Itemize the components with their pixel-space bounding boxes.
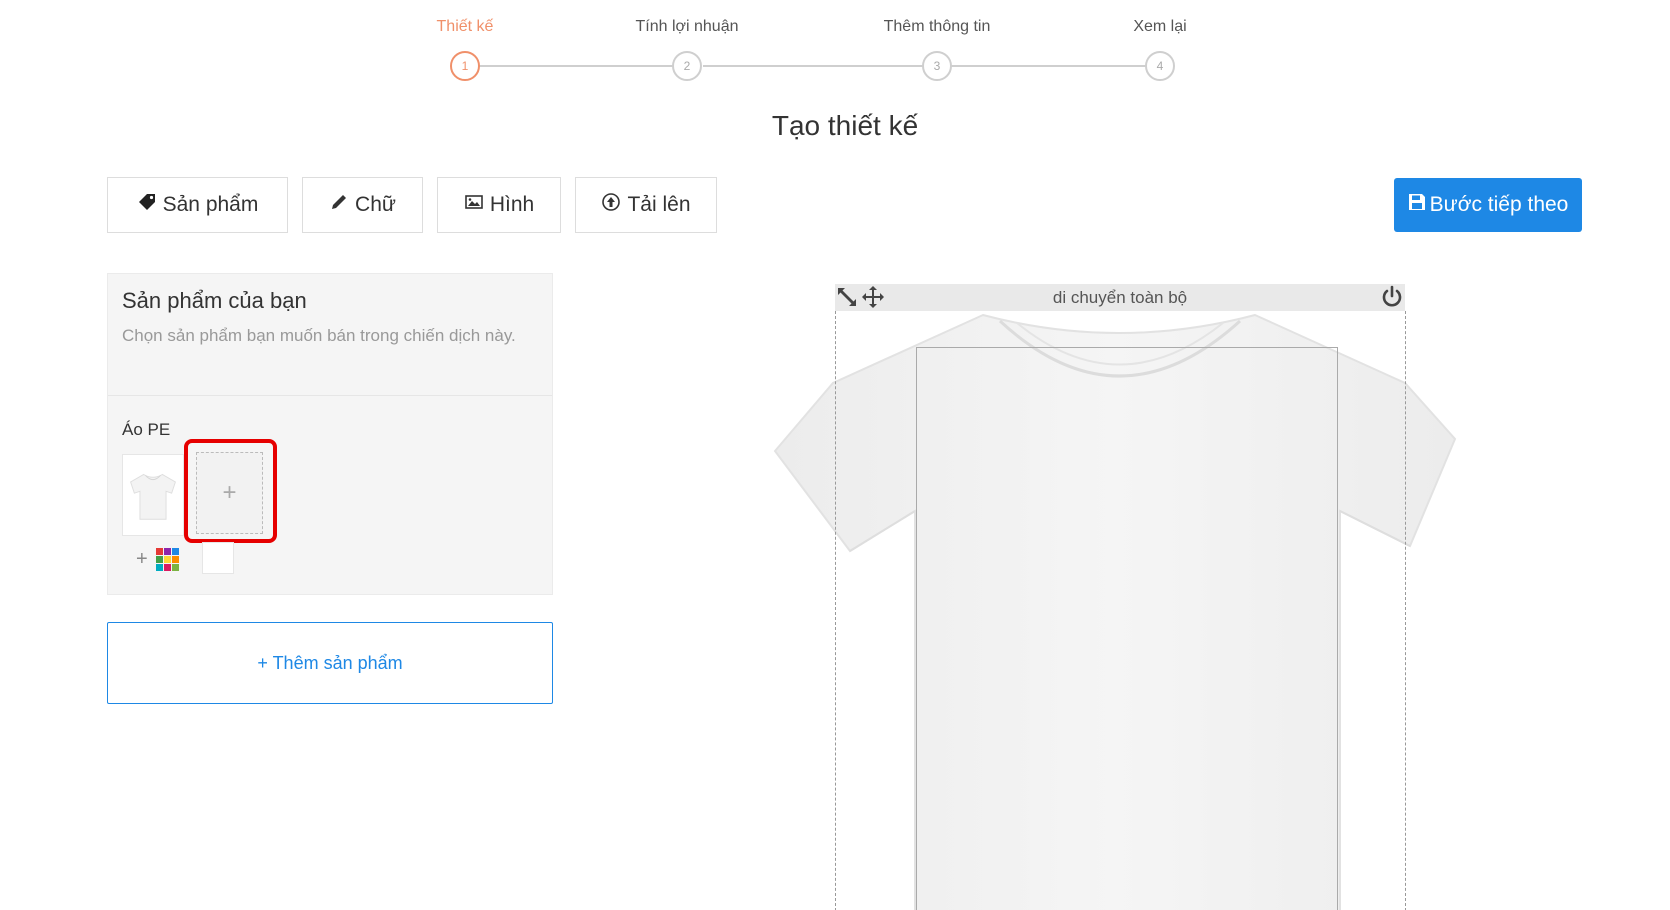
design-canvas[interactable]: di chuyển toàn bộ bbox=[765, 284, 1473, 910]
power-icon[interactable] bbox=[1380, 285, 1404, 309]
palette-icon[interactable] bbox=[155, 548, 179, 571]
step-label: Xem lại bbox=[1133, 18, 1187, 35]
add-design-slot[interactable]: + bbox=[196, 452, 263, 534]
text-tool-button[interactable]: Chữ bbox=[302, 177, 423, 233]
next-step-button[interactable]: Bước tiếp theo bbox=[1394, 178, 1582, 232]
product-thumbnail[interactable] bbox=[122, 454, 184, 536]
step-number: 2 bbox=[672, 51, 702, 81]
page-title: Tạo thiết kế bbox=[771, 110, 919, 141]
color-picker-row: + bbox=[136, 548, 179, 571]
product-tool-button[interactable]: Sản phẩm bbox=[107, 177, 288, 233]
progress-stepper: Thiết kế 1 Tính lợi nhuận 2 Thêm thông t… bbox=[0, 0, 1670, 90]
step-design[interactable]: Thiết kế 1 bbox=[365, 16, 565, 81]
panel-subtitle: Chọn sản phẩm bạn muốn bán trong chiến d… bbox=[122, 326, 516, 345]
product-list: Áo PE + + bbox=[108, 396, 552, 574]
upload-tool-button[interactable]: Tải lên bbox=[575, 177, 717, 233]
move-all-bar[interactable]: di chuyển toàn bộ bbox=[835, 284, 1405, 311]
pencil-icon bbox=[329, 192, 349, 218]
product-panel: Sản phẩm của bạn Chọn sản phẩm bạn muốn … bbox=[107, 273, 553, 595]
resize-icon[interactable] bbox=[835, 285, 859, 309]
next-step-label: Bước tiếp theo bbox=[1429, 193, 1569, 216]
product-name: Áo PE bbox=[122, 420, 171, 439]
image-tool-label: Hình bbox=[489, 193, 535, 216]
image-tool-button[interactable]: Hình bbox=[437, 177, 561, 233]
panel-header: Sản phẩm của bạn Chọn sản phẩm bạn muốn … bbox=[108, 274, 552, 396]
step-label: Thiết kế bbox=[436, 18, 494, 35]
text-tool-label: Chữ bbox=[355, 193, 396, 216]
step-profit[interactable]: Tính lợi nhuận 2 bbox=[587, 16, 787, 81]
move-icon[interactable] bbox=[861, 285, 885, 309]
upload-icon bbox=[601, 192, 621, 218]
save-icon bbox=[1408, 193, 1426, 217]
image-icon bbox=[464, 192, 484, 218]
step-number: 3 bbox=[922, 51, 952, 81]
panel-title: Sản phẩm của bạn bbox=[122, 288, 307, 313]
step-number: 1 bbox=[450, 51, 480, 81]
color-swatch-white[interactable] bbox=[202, 542, 234, 574]
print-area[interactable] bbox=[916, 347, 1338, 910]
tag-icon bbox=[137, 192, 157, 218]
move-all-label: di chuyển toàn bộ bbox=[1052, 287, 1188, 307]
add-color-button[interactable]: + bbox=[136, 548, 148, 571]
add-product-button[interactable]: + Thêm sản phẩm bbox=[107, 622, 553, 704]
step-info[interactable]: Thêm thông tin 3 bbox=[837, 16, 1037, 81]
step-review[interactable]: Xem lại 4 bbox=[1060, 16, 1260, 81]
step-number: 4 bbox=[1145, 51, 1175, 81]
tshirt-thumbnail-icon bbox=[130, 473, 176, 520]
upload-tool-label: Tải lên bbox=[627, 193, 691, 216]
product-tool-label: Sản phẩm bbox=[162, 193, 259, 216]
step-label: Tính lợi nhuận bbox=[635, 18, 739, 35]
step-label: Thêm thông tin bbox=[883, 18, 991, 35]
